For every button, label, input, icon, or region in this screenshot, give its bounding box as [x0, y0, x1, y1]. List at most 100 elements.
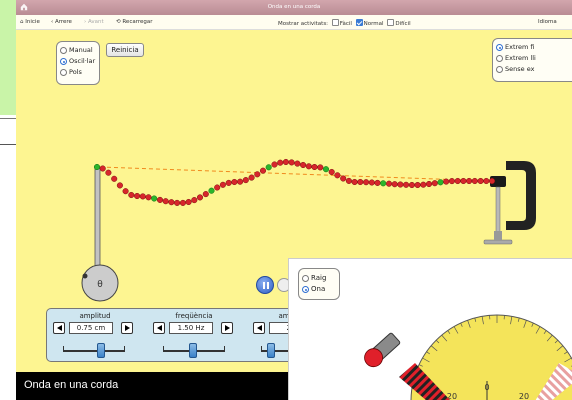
string-bead — [425, 180, 433, 188]
overlay-window: 20 0 20 Raig Ona — [288, 258, 572, 400]
ray-wave-panel: Raig Ona — [298, 268, 340, 300]
string-bead — [288, 159, 295, 166]
string-bead — [248, 174, 255, 181]
mode-panel: Manual Oscil·lar Pols — [56, 41, 100, 85]
frequency-value: 1.50 Hz — [169, 322, 213, 334]
string-bead — [414, 181, 421, 189]
marker-bead — [93, 163, 101, 171]
string-bead — [105, 169, 112, 176]
frequency-decrease-button[interactable] — [153, 322, 165, 334]
string-bead — [483, 177, 490, 185]
radio-button[interactable] — [302, 275, 309, 282]
string-bead — [345, 177, 352, 184]
amplitude-value: 0.75 cm — [69, 322, 113, 334]
string-bead — [300, 161, 307, 169]
marker-bead — [208, 187, 215, 194]
end-option-none[interactable]: Sense ex — [493, 64, 572, 75]
string-bead — [454, 177, 461, 185]
wave-option[interactable]: Ona — [299, 284, 339, 295]
string-bead — [420, 181, 427, 188]
string-bead — [111, 175, 118, 182]
dial-label: 20 — [519, 392, 529, 400]
radio-button[interactable] — [60, 69, 67, 76]
string-bead — [202, 191, 209, 198]
amplitude-slider-thumb[interactable] — [97, 343, 105, 358]
string-bead — [488, 177, 496, 185]
string-bead — [385, 180, 393, 187]
end-option-loose[interactable]: Extrem lli — [493, 53, 572, 64]
footer-title: Onda en una corda — [24, 379, 119, 391]
string-beads — [93, 158, 496, 206]
string-bead — [282, 158, 289, 166]
marker-bead — [265, 164, 272, 171]
pause-button[interactable] — [256, 276, 274, 294]
wheel-pin — [82, 273, 88, 279]
string-bead — [443, 178, 450, 185]
radio-label: Extrem fi — [505, 43, 535, 51]
string-bead — [351, 178, 358, 186]
string-bead — [334, 172, 341, 179]
radio-button[interactable] — [302, 286, 309, 293]
radio-label: Extrem lli — [505, 54, 536, 62]
amplitude-slider-track[interactable] — [63, 350, 125, 352]
string-bead — [403, 181, 410, 188]
wave-control-panel: amplitud 0.75 cm freqüència 1.50 Hz amor… — [46, 308, 317, 362]
mode-option-pulse[interactable]: Pols — [57, 67, 99, 78]
string-bead — [305, 163, 312, 170]
oscillator-symbol: θ — [97, 280, 103, 290]
equilibrium-line — [99, 166, 493, 182]
screen: Onda en una corda ⌂ Inicie ‹ Arrere › Av… — [0, 0, 572, 400]
string-bead — [460, 177, 467, 185]
string-bead — [242, 177, 249, 184]
background-divider — [0, 144, 16, 145]
string-bead — [368, 179, 375, 186]
string-bead — [466, 177, 473, 185]
frequency-slider-thumb[interactable] — [189, 343, 197, 358]
slider-tick — [163, 346, 164, 352]
radio-button[interactable] — [496, 44, 503, 51]
string-bead — [237, 178, 244, 185]
string-bead — [391, 181, 398, 188]
frequency-increase-button[interactable] — [221, 322, 233, 334]
radio-label: Raig — [311, 274, 327, 282]
string-bead — [259, 167, 267, 174]
amplitude-increase-button[interactable] — [121, 322, 133, 334]
string-bead — [431, 180, 438, 187]
radio-button[interactable] — [496, 55, 503, 62]
marker-bead — [437, 179, 444, 186]
string-bead — [99, 165, 106, 172]
laser-pointer[interactable] — [361, 331, 402, 370]
marker-bead — [151, 195, 158, 202]
amplitude-decrease-button[interactable] — [53, 322, 65, 334]
radio-label: Ona — [311, 285, 326, 293]
radio-button[interactable] — [60, 47, 67, 54]
end-type-panel: Extrem fi Extrem lli Sense ex — [492, 38, 572, 82]
string-bead — [168, 199, 175, 206]
damping-slider-thumb[interactable] — [267, 343, 275, 358]
string-bead — [340, 175, 347, 182]
ray-option[interactable]: Raig — [299, 273, 339, 284]
mode-option-oscillate[interactable]: Oscil·lar — [57, 56, 99, 67]
string-bead — [191, 197, 198, 204]
damping-decrease-button[interactable] — [253, 322, 265, 334]
reset-button[interactable]: Reinicia — [106, 43, 144, 57]
marker-bead — [322, 166, 330, 173]
radio-button[interactable] — [496, 66, 503, 73]
string-bead — [185, 198, 192, 206]
end-option-fixed[interactable]: Extrem fi — [493, 42, 572, 53]
string-bead — [225, 179, 232, 186]
marker-bead — [380, 180, 387, 187]
radio-label: Oscil·lar — [69, 57, 96, 65]
mode-option-manual[interactable]: Manual — [57, 45, 99, 56]
string-bead — [128, 191, 135, 199]
string-bead — [311, 163, 318, 171]
string-bead — [231, 178, 238, 186]
radio-button[interactable] — [60, 58, 67, 65]
clamp-icon — [483, 161, 536, 245]
string-bead — [471, 177, 478, 185]
oscillator-rod — [94, 167, 101, 269]
string-bead — [363, 179, 370, 186]
string-bead — [139, 193, 146, 200]
string-bead — [328, 168, 335, 176]
slider-tick — [261, 346, 262, 352]
